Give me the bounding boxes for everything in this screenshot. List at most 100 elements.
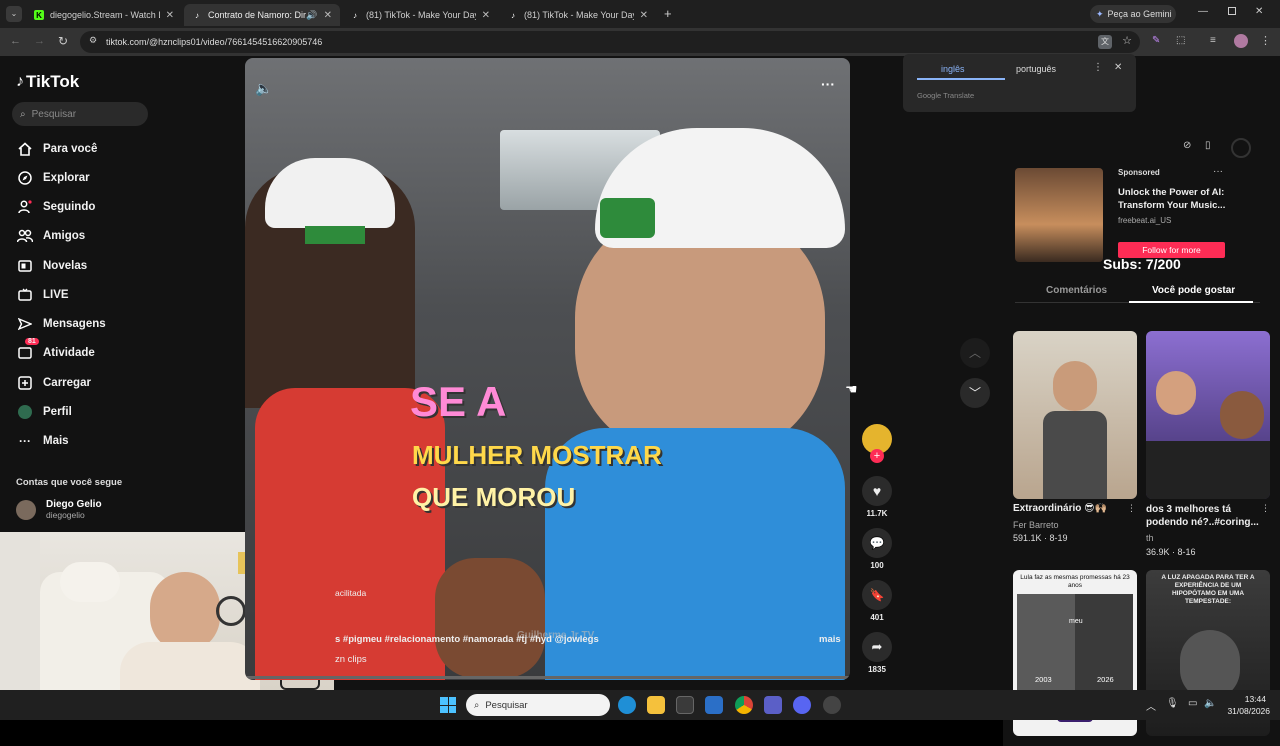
tiktok-icon: ♪ [195, 10, 199, 20]
card-title: Extraordinário 😎🙌🏼 [1013, 503, 1108, 514]
network-icon[interactable]: ▭ [1188, 698, 1197, 709]
volume-tray-icon[interactable]: 🔈 [1204, 698, 1216, 709]
sidebar-item-novelas[interactable]: Novelas [16, 257, 87, 275]
microphone-icon[interactable]: 🎙 [1166, 698, 1179, 709]
tiktok-logo[interactable]: ♪ TikTok [16, 72, 79, 92]
close-icon[interactable]: ✕ [166, 10, 174, 21]
avatar[interactable] [1234, 34, 1248, 48]
maximize-icon[interactable] [1228, 7, 1236, 15]
discord-icon[interactable] [793, 696, 811, 714]
store-icon[interactable] [676, 696, 694, 714]
sidebar-item-perfil[interactable]: Perfil [16, 403, 72, 421]
close-icon[interactable]: ✕ [482, 10, 490, 21]
ad-thumbnail[interactable] [1015, 168, 1103, 262]
translate-close-icon[interactable]: ✕ [1114, 62, 1122, 73]
url-field[interactable]: ⚙ tiktok.com/@hznclips01/video/766145451… [80, 31, 1140, 53]
speaker-icon[interactable]: 🔊 [306, 10, 317, 21]
tab-tiktok-2[interactable]: ♪ (81) TikTok - Make Your Day ✕ [500, 4, 656, 26]
tab-list-button[interactable]: ⌄ [6, 6, 22, 22]
tab-voce-pode-gostar[interactable]: Você pode gostar [1152, 285, 1235, 296]
media-icon[interactable]: ≡ [1210, 35, 1216, 46]
back-icon[interactable]: ← [10, 35, 21, 47]
progress-bar[interactable] [245, 676, 850, 679]
clock-time[interactable]: 13:44 [1226, 694, 1266, 704]
tab-comentarios[interactable]: Comentários [1046, 285, 1107, 296]
followed-account[interactable]: Diego Gelio diegogelio [16, 499, 102, 520]
tray-chevron-icon[interactable]: ︿ [1146, 698, 1156, 713]
save-button[interactable]: 🔖 401 [862, 580, 892, 622]
prev-video-button[interactable]: ︿ [960, 338, 990, 368]
tiktok-icon: ♪ [16, 73, 24, 90]
file-explorer-icon[interactable] [647, 696, 665, 714]
sidebar-item-live[interactable]: LIVE [16, 286, 69, 304]
author-name[interactable]: zn clips [335, 654, 367, 665]
settings-gear-icon[interactable] [823, 696, 841, 714]
edge-icon[interactable] [618, 696, 636, 714]
follow-plus-icon[interactable]: + [870, 449, 884, 463]
translate-popup: inglês português ⋮ ✕ Google Translate [903, 54, 1136, 112]
logo-text: TikTok [26, 72, 80, 91]
translate-icon[interactable]: 文 [1098, 35, 1112, 49]
share-button[interactable]: ➦ 1835 [862, 632, 892, 674]
like-button[interactable]: ♥ 11.7K [862, 476, 892, 518]
taskbar-search-input[interactable]: ⌕ Pesquisar [466, 694, 610, 716]
pen-icon[interactable]: ✎ [1152, 35, 1160, 46]
bookmark-star-icon[interactable]: ☆ [1122, 34, 1132, 47]
video-more-icon[interactable]: ··· [821, 76, 835, 92]
upload-icon [16, 374, 34, 392]
search-input[interactable]: ⌕ Pesquisar [12, 102, 148, 126]
sidebar-item-explorar[interactable]: Explorar [16, 169, 90, 187]
video-player[interactable]: SE A MULHER MOSTRAR QUE MOROU Guilherme … [245, 58, 850, 680]
sidebar-item-label: Perfil [43, 406, 72, 418]
ad-menu-icon[interactable]: ··· [1213, 166, 1223, 177]
lang-from-tab[interactable]: inglês [941, 64, 965, 74]
sidebar-item-label: Explorar [43, 172, 90, 184]
forward-icon[interactable]: → [34, 35, 45, 47]
suggested-video-card[interactable] [1146, 331, 1270, 499]
teams-icon[interactable] [764, 696, 782, 714]
sidebar-item-amigos[interactable]: Amigos [16, 227, 85, 245]
tab-contrato[interactable]: ♪ Contrato de Namoro: Direi 🔊 ✕ [184, 4, 340, 26]
search-placeholder: Pesquisar [31, 108, 77, 120]
close-icon[interactable]: ✕ [640, 10, 648, 21]
start-icon[interactable] [440, 697, 456, 713]
gemini-button[interactable]: ✦ Peça ao Gemini [1090, 5, 1176, 23]
chrome-icon[interactable] [735, 696, 753, 714]
more-link[interactable]: mais [819, 634, 841, 645]
reload-icon[interactable]: ↻ [58, 34, 68, 48]
volume-icon[interactable]: 🔈 [255, 80, 272, 97]
music-label[interactable]: acilitada [335, 588, 366, 598]
lang-to-tab[interactable]: português [1016, 64, 1056, 74]
card-menu-icon[interactable]: ⋮ [1127, 503, 1136, 514]
compass-small-icon[interactable]: ⊘ [1183, 140, 1191, 151]
ad-title[interactable]: Unlock the Power of AI: Transform Your M… [1118, 186, 1233, 212]
sidebar-item-mais[interactable]: ··· Mais [16, 432, 69, 450]
clock-date[interactable]: 31/08/2026 [1222, 706, 1270, 716]
tab-tiktok-1[interactable]: ♪ (81) TikTok - Make Your Day ✕ [342, 4, 498, 26]
suggested-video-card[interactable] [1013, 331, 1137, 499]
mail-icon[interactable] [705, 696, 723, 714]
next-video-button[interactable]: ﹀ [960, 378, 990, 408]
card-user: Fer Barreto [1013, 520, 1059, 530]
site-info-icon[interactable]: ⚙ [89, 35, 97, 46]
share-icon: ➦ [871, 639, 883, 654]
browser-menu-icon[interactable]: ⋮ [1260, 34, 1271, 47]
close-icon[interactable]: ✕ [324, 10, 332, 21]
sidebar-item-mensagens[interactable]: Mensagens [16, 315, 106, 333]
card-mid-label: meu [1069, 618, 1083, 625]
new-tab-button[interactable]: + [664, 6, 672, 21]
extensions-icon[interactable]: ⬚ [1176, 35, 1185, 46]
card-menu-icon[interactable]: ⋮ [1261, 503, 1270, 514]
minimize-icon[interactable]: — [1198, 6, 1208, 17]
comment-button[interactable]: 💬 100 [862, 528, 892, 570]
sidebar-item-atividade[interactable]: 81 Atividade [16, 338, 95, 362]
tab-kick[interactable]: K diegogelio.Stream - Watch Live ✕ [26, 4, 182, 26]
caption-line-3: QUE MOROU [412, 482, 576, 512]
close-window-icon[interactable]: ✕ [1255, 6, 1263, 17]
sidebar-item-carregar[interactable]: Carregar [16, 374, 91, 392]
phone-icon[interactable]: ▯ [1205, 140, 1211, 151]
translate-menu-icon[interactable]: ⋮ [1093, 62, 1103, 73]
search-icon: ⌕ [474, 699, 480, 711]
sidebar-item-para-voce[interactable]: Para você [16, 140, 97, 158]
sidebar-item-seguindo[interactable]: Seguindo [16, 198, 95, 216]
